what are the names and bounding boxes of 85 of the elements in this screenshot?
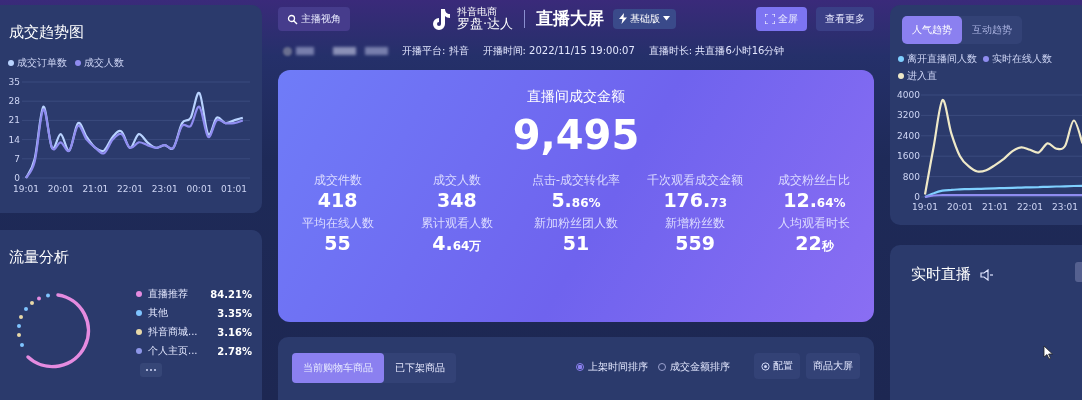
metric-value: 55 bbox=[324, 232, 351, 254]
avatar-placeholder bbox=[283, 46, 292, 56]
axis-label: 0 bbox=[14, 173, 20, 183]
legend-label: 成交订单数 bbox=[17, 56, 67, 70]
metric-value: 12.64% bbox=[783, 189, 846, 211]
cursor-icon bbox=[1043, 345, 1053, 360]
metric-label: 成交件数 bbox=[313, 172, 362, 189]
metric-value: 4.64万 bbox=[432, 232, 482, 255]
duration-text: 直播时长: 共直播6小时16分钟 bbox=[648, 44, 785, 58]
screen-title: 直播大屏 bbox=[536, 7, 605, 31]
metric-label: 新增粉丝数 bbox=[665, 215, 726, 232]
metric-label: 点击-成交转化率 bbox=[531, 172, 621, 189]
metric-value: 5.86% bbox=[551, 189, 601, 211]
logo-name: 罗盘·达人 bbox=[456, 17, 514, 32]
logo-caption: 抖音电商 bbox=[456, 6, 497, 18]
more-button[interactable] bbox=[140, 363, 162, 377]
axis-label: 00:01 bbox=[186, 184, 213, 194]
metric-label: 人均观看时长 bbox=[778, 215, 851, 232]
legend-label: 离开直播间人数 bbox=[907, 52, 977, 66]
axis-label: 19:01 bbox=[912, 202, 938, 212]
axis-label: 23:01 bbox=[151, 184, 178, 194]
metric-label: 成交粉丝占比 bbox=[778, 172, 851, 189]
axis-label: 2400 bbox=[897, 130, 920, 141]
platform-text: 开播平台: 抖音 bbox=[402, 44, 469, 58]
metric-label: 新加粉丝团人数 bbox=[534, 215, 618, 232]
lightning-icon bbox=[619, 13, 628, 25]
axis-label: 35 bbox=[8, 77, 20, 87]
legend-label: 抖音商城... bbox=[148, 325, 199, 339]
axis-label: 3200 bbox=[897, 110, 920, 121]
edition-dropdown[interactable]: 基础版 bbox=[613, 9, 677, 29]
legend-label: 个人主页... bbox=[148, 344, 199, 358]
sort-radio[interactable]: 成交金额排序 bbox=[658, 360, 730, 374]
axis-label: 21:01 bbox=[82, 184, 109, 194]
metric-label: 直播间成交金额 bbox=[527, 88, 625, 106]
panel-title: 成交趋势图 bbox=[8, 23, 85, 42]
expand-icon bbox=[765, 14, 775, 24]
axis-label: 20:01 bbox=[47, 184, 74, 194]
axis-label: 14 bbox=[8, 134, 20, 145]
legend-value: 3.16% bbox=[217, 326, 252, 338]
legend-label: 进入直 bbox=[907, 69, 937, 83]
axis-label: 21:01 bbox=[982, 202, 1008, 212]
metric-label: 累计观看人数 bbox=[420, 215, 493, 232]
panel-title: 实时直播 bbox=[910, 265, 971, 284]
axis-label: 23:01 bbox=[1052, 202, 1078, 212]
panel-title: 流量分析 bbox=[8, 248, 70, 267]
legend-label: 实时在线人数 bbox=[992, 52, 1052, 66]
axis-label: 7 bbox=[14, 153, 20, 164]
metric-label: 千次观看成交金额 bbox=[647, 172, 744, 189]
product-screen-button[interactable]: 商品大屏 bbox=[806, 353, 860, 379]
axis-label: 21 bbox=[8, 115, 20, 126]
start-time-text: 开播时间: 2022/11/15 19:00:07 bbox=[482, 44, 635, 58]
legend-value: 84.21% bbox=[210, 288, 252, 300]
metric-value: 9,495 bbox=[512, 112, 640, 158]
legend-label: 其他 bbox=[148, 306, 169, 320]
anchor-view-button[interactable]: 主播视角 bbox=[278, 7, 350, 31]
metric-value: 348 bbox=[436, 189, 477, 211]
legend-label: 直播推荐 bbox=[148, 287, 189, 301]
sort-radio[interactable]: 上架时间排序 bbox=[576, 360, 648, 374]
metric-value: 51 bbox=[562, 232, 590, 254]
metric-label: 成交人数 bbox=[432, 172, 481, 189]
metric-value: 559 bbox=[675, 232, 716, 254]
axis-label: 01:01 bbox=[221, 184, 248, 194]
settings-icon bbox=[761, 361, 770, 371]
trend-tab[interactable]: 互动趋势 bbox=[962, 16, 1022, 44]
axis-label: 4000 bbox=[897, 90, 920, 100]
metric-value: 418 bbox=[317, 189, 358, 211]
legend-label: 成交人数 bbox=[84, 56, 124, 70]
product-tab[interactable]: 已下架商品 bbox=[384, 353, 456, 383]
axis-label: 22:01 bbox=[117, 184, 143, 194]
view-more-button[interactable]: 查看更多 bbox=[816, 7, 874, 31]
metric-value: 22秒 bbox=[795, 232, 834, 255]
axis-label: 0 bbox=[914, 192, 920, 202]
speaker-icon[interactable] bbox=[980, 268, 994, 281]
metric-label: 平均在线人数 bbox=[301, 215, 374, 232]
axis-label: 800 bbox=[902, 171, 920, 182]
legend-value: 2.78% bbox=[217, 345, 252, 357]
axis-label: 20:01 bbox=[947, 202, 973, 212]
axis-label: 28 bbox=[8, 96, 20, 107]
axis-label: 19:01 bbox=[13, 184, 39, 194]
axis-label: 22:01 bbox=[1017, 202, 1043, 212]
caret-icon bbox=[663, 16, 671, 22]
config-button[interactable]: 配置 bbox=[754, 353, 800, 379]
axis-label: 1600 bbox=[897, 151, 920, 162]
metric-value: 176.73 bbox=[663, 189, 727, 211]
legend-value: 3.35% bbox=[217, 307, 252, 319]
